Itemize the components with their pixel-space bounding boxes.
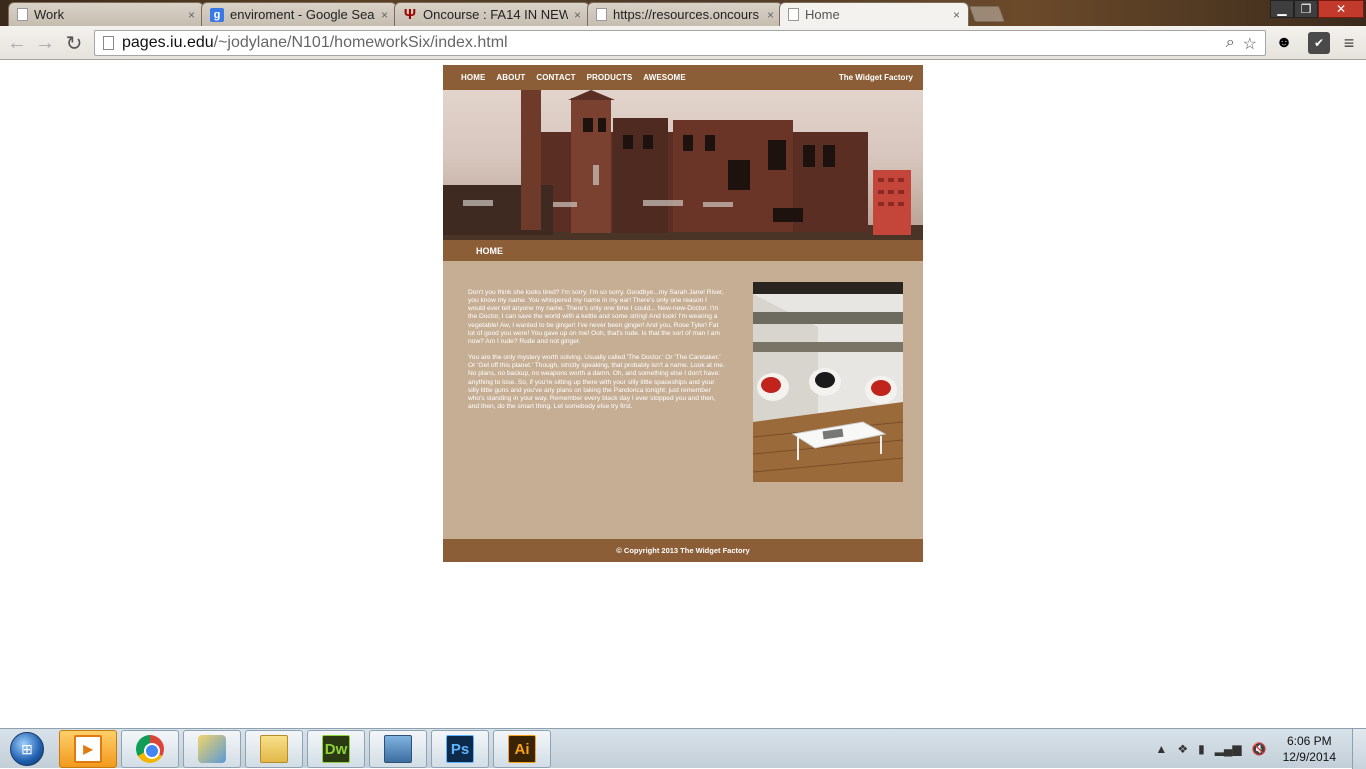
- nav-home[interactable]: HOME: [461, 73, 485, 82]
- tab-title: Work: [34, 7, 65, 22]
- taskbar-dreamweaver[interactable]: Dw: [307, 730, 365, 768]
- photoshop-icon: Ps: [446, 735, 474, 763]
- start-button[interactable]: ⊞: [4, 730, 50, 768]
- taskbar-photo-viewer[interactable]: [369, 730, 427, 768]
- back-icon[interactable]: ←: [6, 32, 28, 54]
- main-content: Don't you think she looks tired? I'm sor…: [443, 261, 923, 539]
- new-tab-button[interactable]: [969, 6, 1005, 22]
- address-bar[interactable]: pages.iu.edu/~jodylane/N101/homeworkSix/…: [94, 30, 1266, 56]
- paragraph: You are the only mystery worth solving. …: [468, 354, 725, 411]
- close-icon[interactable]: ×: [767, 8, 774, 22]
- tab-work[interactable]: Work ×: [8, 2, 204, 26]
- dropbox-icon[interactable]: ❖: [1177, 742, 1188, 756]
- clock-time: 6:06 PM: [1286, 734, 1332, 748]
- taskbar-chrome[interactable]: [121, 730, 179, 768]
- taskbar: ⊞ ▶ Dw Ps Ai ▲ ❖ ▮ ▂▄▆ 🔇 6:06 PM 12/9/20…: [0, 728, 1366, 769]
- menu-icon[interactable]: ≡: [1338, 32, 1360, 54]
- close-icon[interactable]: ×: [574, 8, 581, 22]
- network-icon[interactable]: ▂▄▆: [1215, 742, 1242, 756]
- iu-icon: Ψ: [403, 6, 417, 23]
- google-icon: g: [210, 7, 224, 22]
- tab-title: Home: [805, 7, 840, 22]
- text-column: Don't you think she looks tired? I'm sor…: [468, 289, 725, 419]
- website: HOME ABOUT CONTACT PRODUCTS AWESOME The …: [443, 65, 923, 562]
- site-brand: The Widget Factory: [838, 73, 913, 82]
- reload-icon[interactable]: ↻: [63, 32, 85, 55]
- site-footer: © Copyright 2013 The Widget Factory: [443, 539, 923, 562]
- url-host: pages.iu.edu: [122, 34, 214, 51]
- illustrator-icon: Ai: [508, 735, 536, 763]
- tab-google-search[interactable]: g enviroment - Google Sear ×: [201, 2, 397, 26]
- tab-title: https://resources.oncours: [613, 7, 759, 22]
- tab-oncourse[interactable]: Ψ Oncourse : FA14 IN NEWN ×: [394, 2, 590, 26]
- tab-home[interactable]: Home ×: [779, 2, 969, 26]
- forward-icon[interactable]: →: [34, 32, 56, 54]
- close-icon[interactable]: ×: [381, 8, 388, 22]
- page-icon: [17, 8, 28, 21]
- url-path: /~jodylane/N101/homeworkSix/index.html: [213, 34, 508, 51]
- window-close-button[interactable]: ✕: [1318, 0, 1364, 18]
- taskbar-media-player[interactable]: ▶: [59, 730, 117, 768]
- volume-muted-icon[interactable]: 🔇: [1252, 742, 1267, 756]
- media-player-icon: ▶: [74, 735, 102, 763]
- page-icon: [103, 36, 114, 50]
- chrome-icon: [136, 735, 164, 763]
- paragraph: Don't you think she looks tired? I'm sor…: [468, 289, 724, 345]
- dreamweaver-icon: Dw: [322, 735, 350, 763]
- minimize-button[interactable]: ▁: [1270, 0, 1294, 18]
- banner-image: [443, 90, 923, 240]
- nav-about[interactable]: ABOUT: [496, 73, 525, 82]
- show-hidden-icons[interactable]: ▲: [1155, 742, 1167, 756]
- clock[interactable]: 6:06 PM 12/9/2014: [1283, 733, 1336, 765]
- search-icon[interactable]: ⌕: [1226, 34, 1235, 54]
- browser-titlebar: Work × g enviroment - Google Sear × Ψ On…: [0, 0, 1366, 26]
- nav-contact[interactable]: CONTACT: [536, 73, 575, 82]
- battery-icon[interactable]: ▮: [1198, 742, 1205, 756]
- close-icon[interactable]: ×: [953, 8, 960, 22]
- lounge-photo: [753, 282, 903, 482]
- tab-title: Oncourse : FA14 IN NEWN: [423, 7, 568, 22]
- section-title: HOME: [443, 240, 923, 261]
- close-icon[interactable]: ×: [188, 8, 195, 22]
- folder-icon: [260, 735, 288, 763]
- taskbar-photoshop[interactable]: Ps: [431, 730, 489, 768]
- browser-toolbar: ← → ↻ pages.iu.edu/~jodylane/N101/homewo…: [0, 26, 1366, 60]
- extension-check-icon[interactable]: ✔: [1308, 32, 1330, 54]
- star-icon[interactable]: ☆: [1243, 34, 1257, 54]
- taskbar-paint[interactable]: [183, 730, 241, 768]
- taskbar-illustrator[interactable]: Ai: [493, 730, 551, 768]
- windows-logo-icon: ⊞: [10, 732, 44, 766]
- extension-icon[interactable]: ☻: [1273, 32, 1295, 54]
- tab-title: enviroment - Google Sear: [230, 7, 375, 22]
- maximize-button[interactable]: ❐: [1294, 0, 1318, 18]
- site-nav: HOME ABOUT CONTACT PRODUCTS AWESOME The …: [443, 65, 923, 90]
- page-icon: [596, 8, 607, 21]
- paint-icon: [198, 735, 226, 763]
- tab-resources[interactable]: https://resources.oncours ×: [587, 2, 783, 26]
- page-icon: [788, 8, 799, 21]
- show-desktop-button[interactable]: [1352, 729, 1366, 769]
- taskbar-explorer[interactable]: [245, 730, 303, 768]
- nav-awesome[interactable]: AWESOME: [643, 73, 685, 82]
- photo-viewer-icon: [384, 735, 412, 763]
- clock-date: 12/9/2014: [1282, 750, 1336, 764]
- system-tray: ▲ ❖ ▮ ▂▄▆ 🔇 6:06 PM 12/9/2014: [1155, 729, 1336, 769]
- nav-products[interactable]: PRODUCTS: [587, 73, 633, 82]
